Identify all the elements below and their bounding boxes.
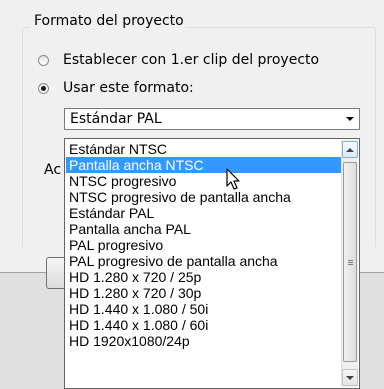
radio-button-checked[interactable] bbox=[38, 82, 49, 94]
mouse-pointer-icon bbox=[226, 168, 240, 190]
list-item[interactable]: NTSC progresivo de pantalla ancha bbox=[66, 189, 341, 205]
format-dropdown-list[interactable]: Estándar NTSC Pantalla ancha NTSC NTSC pro… bbox=[64, 138, 360, 389]
list-item[interactable]: PAL progresivo bbox=[66, 237, 341, 253]
partial-label: Ac bbox=[44, 162, 62, 178]
scroll-down-button[interactable] bbox=[342, 369, 358, 386]
list-item[interactable]: HD 1.440 x 1.080 / 50i bbox=[66, 301, 341, 317]
format-combobox[interactable]: Estándar PAL bbox=[64, 108, 360, 130]
radio-label: Usar este formato: bbox=[63, 80, 194, 96]
combobox-value: Estándar PAL bbox=[70, 111, 162, 127]
dropdown-items: Estándar NTSC Pantalla ancha NTSC NTSC pro… bbox=[66, 141, 341, 349]
groupbox-title: Formato del proyecto bbox=[30, 12, 188, 30]
list-item[interactable]: HD 1.440 x 1.080 / 60i bbox=[66, 317, 341, 333]
list-item[interactable]: HD 1.280 x 720 / 25p bbox=[66, 269, 341, 285]
chevron-down-icon bbox=[346, 117, 354, 121]
radio-button[interactable] bbox=[38, 54, 49, 66]
vertical-scrollbar[interactable] bbox=[341, 140, 358, 387]
combobox-dropdown-button[interactable] bbox=[341, 109, 359, 129]
grip-line bbox=[348, 264, 353, 265]
list-item[interactable]: Pantalla ancha PAL bbox=[66, 221, 341, 237]
scroll-up-button[interactable] bbox=[342, 141, 358, 158]
list-item[interactable]: HD 1920x1080/24p bbox=[66, 333, 341, 349]
list-item[interactable]: Estándar NTSC bbox=[66, 141, 341, 157]
list-item[interactable]: HD 1.280 x 720 / 30p bbox=[66, 285, 341, 301]
grip-line bbox=[348, 260, 353, 261]
list-item[interactable]: Pantalla ancha NTSC bbox=[66, 157, 341, 173]
list-item[interactable]: PAL progresivo de pantalla ancha bbox=[66, 253, 341, 269]
list-item[interactable]: Estándar PAL bbox=[66, 205, 341, 221]
list-item[interactable]: NTSC progresivo bbox=[66, 173, 341, 189]
arrow-down-icon bbox=[346, 375, 354, 380]
scrollbar-thumb[interactable] bbox=[343, 162, 357, 362]
grip-line bbox=[348, 262, 353, 263]
radio-label: Establecer con 1.er clip del proyecto bbox=[63, 52, 320, 68]
radio-set-from-first-clip[interactable]: Establecer con 1.er clip del proyecto bbox=[38, 50, 319, 70]
arrow-up-icon bbox=[346, 147, 354, 152]
radio-use-this-format[interactable]: Usar este formato: bbox=[38, 78, 194, 98]
